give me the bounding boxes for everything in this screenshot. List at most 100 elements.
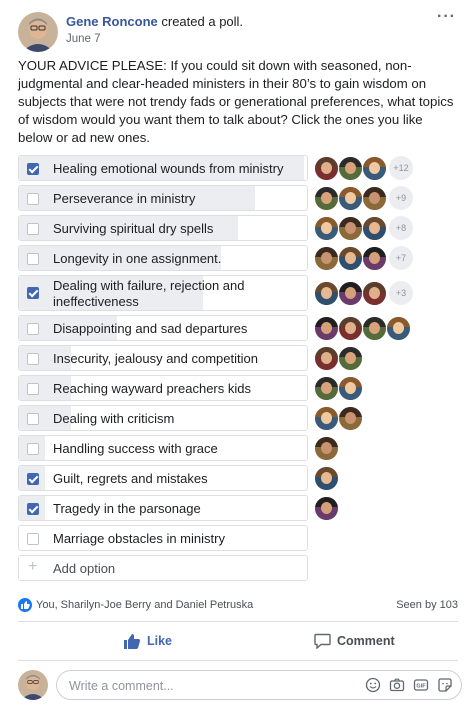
voter-avatar[interactable] bbox=[314, 245, 339, 271]
voter-avatars[interactable] bbox=[314, 375, 363, 401]
checkbox-icon[interactable] bbox=[27, 253, 39, 265]
voter-avatar[interactable] bbox=[314, 215, 339, 241]
voter-avatar[interactable] bbox=[362, 215, 387, 241]
poll-option[interactable]: Disappointing and sad departures bbox=[18, 313, 458, 343]
reactors-list[interactable]: You, Sharilyn-Joe Berry and Daniel Petru… bbox=[36, 599, 253, 611]
voter-avatar[interactable] bbox=[338, 345, 363, 371]
more-voters-count[interactable]: +3 bbox=[389, 281, 413, 305]
like-reaction-icon[interactable] bbox=[18, 598, 32, 612]
voter-avatars[interactable] bbox=[314, 315, 411, 341]
poll-option-box[interactable]: Dealing with failure, rejection and inef… bbox=[18, 275, 308, 311]
poll-option-box[interactable]: Longevity in one assignment. bbox=[18, 245, 308, 271]
checkbox-icon[interactable] bbox=[27, 443, 39, 455]
voter-avatar[interactable] bbox=[314, 495, 339, 521]
poll-option[interactable]: Marriage obstacles in ministry bbox=[18, 523, 458, 553]
poll-option[interactable]: Dealing with failure, rejection and inef… bbox=[18, 273, 458, 313]
voter-avatars[interactable]: +8 bbox=[314, 215, 413, 241]
more-voters-count[interactable]: +7 bbox=[389, 246, 413, 270]
poll-option[interactable]: Healing emotional wounds from ministry +1… bbox=[18, 153, 458, 183]
poll-option-box[interactable]: Surviving spiritual dry spells bbox=[18, 215, 308, 241]
voter-avatar[interactable] bbox=[314, 280, 339, 306]
checkbox-icon[interactable] bbox=[27, 193, 39, 205]
camera-icon[interactable] bbox=[389, 677, 405, 693]
poll-option-box[interactable]: Perseverance in ministry bbox=[18, 185, 308, 211]
sticker-icon[interactable] bbox=[437, 677, 453, 693]
checkbox-icon[interactable] bbox=[27, 353, 39, 365]
voter-avatar[interactable] bbox=[314, 405, 339, 431]
checkbox-checked-icon[interactable] bbox=[27, 287, 39, 299]
author-name[interactable]: Gene Roncone bbox=[66, 14, 158, 29]
voter-avatar[interactable] bbox=[314, 375, 339, 401]
checkbox-icon[interactable] bbox=[27, 533, 39, 545]
voter-avatar[interactable] bbox=[314, 345, 339, 371]
checkbox-icon[interactable] bbox=[27, 223, 39, 235]
voter-avatar[interactable] bbox=[314, 185, 339, 211]
voter-avatar[interactable] bbox=[314, 465, 339, 491]
voter-avatar[interactable] bbox=[314, 435, 339, 461]
voter-avatar[interactable] bbox=[338, 375, 363, 401]
voter-avatars[interactable] bbox=[314, 405, 363, 431]
voter-avatar[interactable] bbox=[314, 155, 339, 181]
more-voters-count[interactable]: +9 bbox=[389, 186, 413, 210]
checkbox-icon[interactable] bbox=[27, 413, 39, 425]
more-voters-count[interactable]: +12 bbox=[389, 156, 413, 180]
poll-option[interactable]: Tragedy in the parsonage bbox=[18, 493, 458, 523]
voter-avatars[interactable]: +7 bbox=[314, 245, 413, 271]
commenter-avatar[interactable] bbox=[18, 670, 48, 700]
voter-avatar[interactable] bbox=[338, 245, 363, 271]
poll-option-box[interactable]: Guilt, regrets and mistakes bbox=[18, 465, 308, 491]
voter-avatar[interactable] bbox=[362, 280, 387, 306]
poll-option[interactable]: Perseverance in ministry +9 bbox=[18, 183, 458, 213]
author-avatar[interactable] bbox=[18, 12, 58, 52]
voter-avatars[interactable] bbox=[314, 465, 339, 491]
voter-avatar[interactable] bbox=[362, 155, 387, 181]
voter-avatar[interactable] bbox=[362, 245, 387, 271]
gif-icon[interactable]: GIF bbox=[413, 677, 429, 693]
poll-option-box[interactable]: Reaching wayward preachers kids bbox=[18, 375, 308, 401]
checkbox-icon[interactable] bbox=[27, 383, 39, 395]
voter-avatar[interactable] bbox=[338, 155, 363, 181]
add-option-input[interactable]: + Add option bbox=[18, 555, 308, 581]
voter-avatar[interactable] bbox=[338, 215, 363, 241]
seen-by-count[interactable]: Seen by 103 bbox=[396, 599, 458, 611]
voter-avatars[interactable] bbox=[314, 435, 339, 461]
poll-option[interactable]: Longevity in one assignment. +7 bbox=[18, 243, 458, 273]
like-button[interactable]: Like bbox=[123, 631, 172, 651]
voter-avatar[interactable] bbox=[362, 185, 387, 211]
poll-option-box[interactable]: Disappointing and sad departures bbox=[18, 315, 308, 341]
voter-avatars[interactable]: +3 bbox=[314, 280, 413, 306]
poll-option-box[interactable]: Tragedy in the parsonage bbox=[18, 495, 308, 521]
poll-option[interactable]: Surviving spiritual dry spells +8 bbox=[18, 213, 458, 243]
poll-option-box[interactable]: Handling success with grace bbox=[18, 435, 308, 461]
post-date[interactable]: June 7 bbox=[66, 33, 101, 45]
poll-option[interactable]: Reaching wayward preachers kids bbox=[18, 373, 458, 403]
poll-option[interactable]: Handling success with grace bbox=[18, 433, 458, 463]
checkbox-checked-icon[interactable] bbox=[27, 473, 39, 485]
poll-option-box[interactable]: Healing emotional wounds from ministry bbox=[18, 155, 308, 181]
voter-avatar[interactable] bbox=[338, 405, 363, 431]
voter-avatar[interactable] bbox=[314, 315, 339, 341]
poll-option[interactable]: Insecurity, jealousy and competition bbox=[18, 343, 458, 373]
voter-avatar[interactable] bbox=[338, 185, 363, 211]
poll-option-box[interactable]: Insecurity, jealousy and competition bbox=[18, 345, 308, 371]
poll-option-box[interactable]: Dealing with criticism bbox=[18, 405, 308, 431]
voter-avatars[interactable]: +12 bbox=[314, 155, 413, 181]
voter-avatar[interactable] bbox=[362, 315, 387, 341]
voter-avatars[interactable] bbox=[314, 345, 363, 371]
poll-option[interactable]: Guilt, regrets and mistakes bbox=[18, 463, 458, 493]
voter-avatar[interactable] bbox=[338, 280, 363, 306]
voter-avatars[interactable] bbox=[314, 495, 339, 521]
voter-avatar[interactable] bbox=[338, 315, 363, 341]
more-voters-count[interactable]: +8 bbox=[389, 216, 413, 240]
emoji-icon[interactable] bbox=[365, 677, 381, 693]
poll-option[interactable]: Dealing with criticism bbox=[18, 403, 458, 433]
voter-avatar[interactable] bbox=[386, 315, 411, 341]
voter-avatars[interactable]: +9 bbox=[314, 185, 413, 211]
add-option-row[interactable]: + Add option bbox=[18, 553, 458, 583]
comment-button[interactable]: Comment bbox=[314, 631, 395, 651]
checkbox-icon[interactable] bbox=[27, 323, 39, 335]
poll-option-box[interactable]: Marriage obstacles in ministry bbox=[18, 525, 308, 551]
more-dots-icon[interactable]: ··· bbox=[437, 8, 456, 26]
checkbox-checked-icon[interactable] bbox=[27, 163, 39, 175]
comment-input[interactable]: Write a comment... GIF bbox=[56, 670, 462, 700]
